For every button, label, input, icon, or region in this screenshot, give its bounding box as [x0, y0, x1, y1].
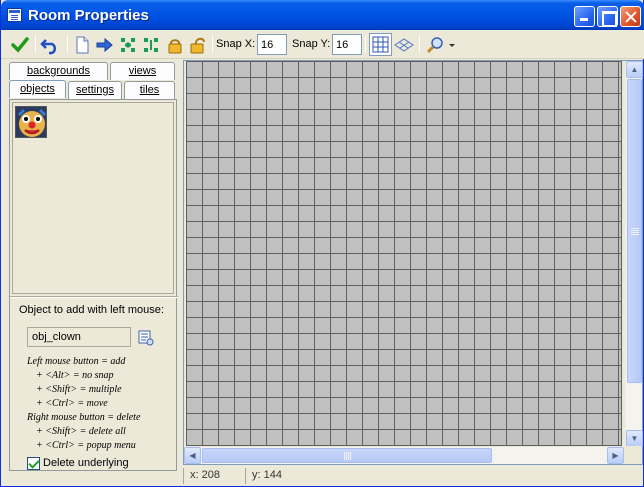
- grip-icon: [344, 452, 345, 460]
- tab-backgrounds[interactable]: backgrounds: [9, 62, 108, 80]
- unlock-icon: [190, 37, 205, 54]
- scroll-up-button[interactable]: ▲: [626, 61, 643, 78]
- close-button[interactable]: [620, 6, 641, 27]
- clear-icon: [76, 36, 89, 54]
- title-bar[interactable]: Room Properties: [1, 0, 644, 30]
- help-ctrl-popup: + <Ctrl> = popup menu: [36, 440, 136, 451]
- chevron-up-icon: ▲: [630, 65, 639, 74]
- window-title: Room Properties: [28, 7, 149, 24]
- status-y: y: 144: [245, 468, 325, 484]
- toolbar-separator: [67, 35, 68, 53]
- toolbar-separator: [35, 35, 36, 53]
- toolbar: Snap X: Snap Y:: [1, 30, 644, 59]
- ok-button[interactable]: [9, 34, 31, 56]
- room-properties-window: Room Properties Snap X: 16 Snap Y: 16 ba…: [0, 0, 644, 487]
- chevron-down-icon: ▼: [630, 434, 639, 443]
- lock-button[interactable]: [164, 34, 186, 56]
- minimize-icon: [575, 7, 594, 26]
- object-select-button[interactable]: [138, 330, 154, 346]
- horizontal-scrollbar[interactable]: ◀ ▶: [184, 447, 625, 464]
- snap-y-label: Snap Y:: [292, 38, 331, 50]
- sort-horizontal-icon: [121, 38, 135, 52]
- vertical-scroll-thumb[interactable]: [627, 79, 642, 383]
- undo-icon: [40, 39, 57, 55]
- zoom-button[interactable]: [425, 34, 457, 56]
- object-menu-icon: [138, 330, 154, 346]
- grip-icon: [631, 228, 639, 229]
- chevron-right-icon: ▶: [612, 451, 619, 460]
- snap-x-input[interactable]: [257, 34, 287, 55]
- scroll-left-button[interactable]: ◀: [184, 447, 201, 464]
- sort-vertical-icon: [144, 38, 158, 52]
- object-preview-area: [12, 102, 174, 294]
- snap-x-label: Snap X:: [216, 38, 256, 50]
- close-icon: [621, 7, 640, 26]
- grid-toggle-button[interactable]: [369, 33, 392, 56]
- isometric-button[interactable]: [393, 34, 415, 56]
- toolbar-separator: [419, 35, 420, 53]
- shift-right-icon: [96, 37, 113, 53]
- delete-underlying-label: Delete underlying: [43, 457, 129, 469]
- vertical-scrollbar[interactable]: ▲ ▼: [625, 61, 643, 447]
- snap-y-input[interactable]: [332, 34, 362, 55]
- objects-panel: Object to add with left mouse: obj_clown…: [9, 99, 178, 471]
- status-x: x: 208: [183, 468, 245, 484]
- clown-object-sprite[interactable]: [15, 106, 47, 138]
- help-right-delete: Right mouse button = delete: [27, 412, 141, 423]
- panel-divider: [10, 296, 178, 298]
- horizontal-scroll-thumb[interactable]: [202, 448, 492, 463]
- tab-settings[interactable]: settings: [68, 81, 122, 99]
- clown-icon: [17, 108, 47, 137]
- scroll-right-button[interactable]: ▶: [607, 447, 624, 464]
- undo-button[interactable]: [39, 34, 61, 56]
- scroll-down-button[interactable]: ▼: [626, 430, 643, 447]
- status-bar: x: 208 y: 144: [183, 466, 643, 486]
- room-canvas-container: ▲ ▼ ◀ ▶: [183, 60, 643, 465]
- selected-object-field[interactable]: obj_clown: [27, 327, 131, 347]
- toolbar-separator: [365, 35, 366, 53]
- help-shift-delete-all: + <Shift> = delete all: [36, 426, 126, 437]
- shift-button[interactable]: [94, 34, 116, 56]
- help-ctrl-move: + <Ctrl> = move: [36, 398, 108, 409]
- sort-horizontal-button[interactable]: [117, 34, 139, 56]
- help-left-add: Left mouse button = add: [27, 356, 126, 367]
- isometric-icon: [394, 38, 414, 52]
- tab-tiles[interactable]: tiles: [124, 81, 175, 99]
- ok-checkmark-icon: [11, 37, 29, 53]
- chevron-left-icon: ◀: [189, 451, 196, 460]
- delete-underlying-checkbox[interactable]: [27, 457, 40, 470]
- lock-icon: [168, 39, 182, 54]
- grid-icon: [372, 36, 389, 53]
- unlock-button[interactable]: [187, 34, 209, 56]
- object-to-add-label: Object to add with left mouse:: [19, 304, 164, 316]
- help-alt-nosnap: + <Alt> = no snap: [36, 370, 114, 381]
- minimize-button[interactable]: [574, 6, 595, 27]
- panel-tabs: backgrounds views objects settings tiles: [7, 62, 177, 100]
- maximize-icon: [598, 7, 617, 27]
- tab-views[interactable]: views: [110, 62, 175, 80]
- window-app-icon: [7, 8, 22, 22]
- sort-vertical-button[interactable]: [140, 34, 162, 56]
- clear-button[interactable]: [71, 34, 93, 56]
- zoom-icon: [426, 37, 455, 54]
- maximize-button[interactable]: [597, 6, 618, 27]
- scrollbar-corner: [624, 446, 642, 464]
- room-grid-canvas[interactable]: [186, 61, 622, 446]
- tab-objects[interactable]: objects: [9, 80, 66, 98]
- toolbar-separator: [212, 35, 213, 53]
- help-shift-multiple: + <Shift> = multiple: [36, 384, 122, 395]
